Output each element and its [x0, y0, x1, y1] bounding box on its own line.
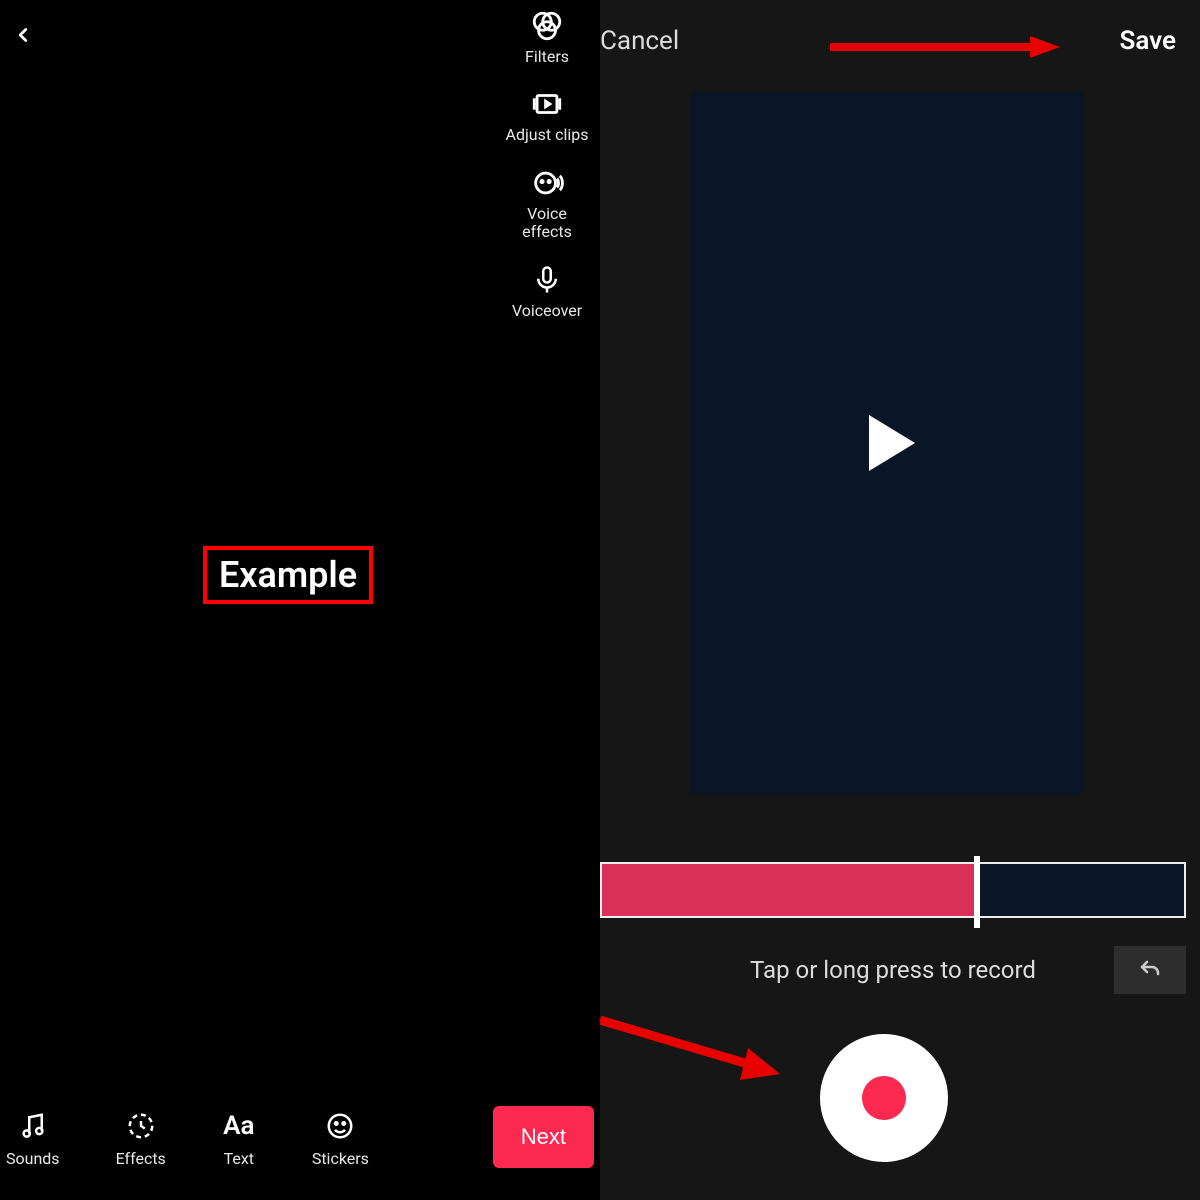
filters-label: Filters [525, 48, 569, 66]
stickers-icon [323, 1109, 357, 1143]
record-hint: Tap or long press to record [750, 956, 1036, 984]
voice-effects-tool[interactable]: Voice effects [502, 165, 592, 242]
timeline-playhead[interactable] [974, 856, 980, 928]
sounds-label: Sounds [6, 1149, 60, 1168]
record-indicator-icon [862, 1076, 906, 1120]
play-icon [869, 415, 915, 471]
back-button[interactable] [8, 20, 38, 50]
tools-column: Filters Adjust clips Voice effects Voice… [502, 8, 592, 320]
filters-icon [529, 8, 565, 44]
voiceover-tool[interactable]: Voiceover [502, 262, 592, 320]
text-icon: Aa [222, 1109, 256, 1143]
record-button[interactable] [820, 1034, 948, 1162]
voice-effects-icon [529, 165, 565, 201]
annotation-arrow-save [830, 36, 1060, 58]
undo-icon [1136, 958, 1164, 982]
stickers-label: Stickers [312, 1149, 369, 1168]
video-preview[interactable] [690, 92, 1084, 794]
microphone-icon [529, 262, 565, 298]
editor-screen: Filters Adjust clips Voice effects Voice… [0, 0, 600, 1200]
timeline-progress [602, 864, 977, 916]
music-note-icon [16, 1109, 50, 1143]
annotation-arrow-record [600, 1010, 780, 1080]
adjust-clips-tool[interactable]: Adjust clips [502, 86, 592, 144]
text-overlay: Example [219, 554, 357, 596]
text-button[interactable]: Aa Text [222, 1109, 256, 1168]
effects-icon [124, 1109, 158, 1143]
voice-effects-label: Voice effects [522, 205, 572, 242]
adjust-clips-icon [529, 86, 565, 122]
next-button[interactable]: Next [493, 1106, 594, 1168]
effects-label: Effects [116, 1149, 166, 1168]
voiceover-label: Voiceover [512, 302, 582, 320]
text-overlay-highlight[interactable]: Example [203, 546, 373, 604]
effects-button[interactable]: Effects [116, 1109, 166, 1168]
filters-tool[interactable]: Filters [502, 8, 592, 66]
undo-button[interactable] [1114, 946, 1186, 994]
save-button[interactable]: Save [1120, 26, 1177, 56]
stickers-button[interactable]: Stickers [312, 1109, 369, 1168]
bottom-toolbar: Sounds Effects Aa Text Stickers [6, 1106, 594, 1168]
text-label: Text [224, 1149, 254, 1168]
chevron-left-icon [12, 24, 34, 46]
recording-timeline[interactable] [600, 862, 1186, 918]
cancel-button[interactable]: Cancel [600, 26, 679, 56]
hint-row: Tap or long press to record [600, 956, 1186, 984]
adjust-clips-label: Adjust clips [506, 126, 589, 144]
sounds-button[interactable]: Sounds [6, 1109, 60, 1168]
